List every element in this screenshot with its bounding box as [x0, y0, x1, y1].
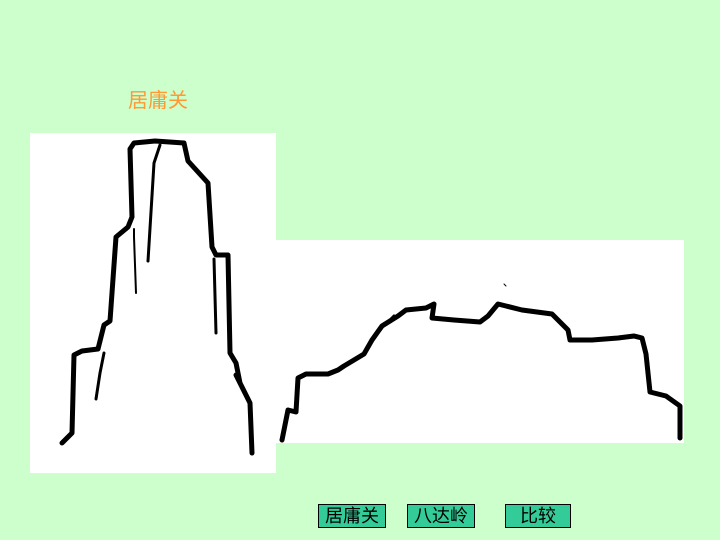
juyongguan-button[interactable]: 居庸关 [318, 504, 386, 528]
compare-button[interactable]: 比较 [505, 504, 571, 528]
badaling-button[interactable]: 八达岭 [407, 504, 475, 528]
juyongguan-panel [30, 133, 276, 473]
juyongguan-mountain-drawing [59, 138, 255, 456]
badaling-panel [276, 240, 684, 443]
juyongguan-label: 居庸关 [128, 88, 188, 112]
badaling-mountain-drawing [279, 283, 683, 443]
